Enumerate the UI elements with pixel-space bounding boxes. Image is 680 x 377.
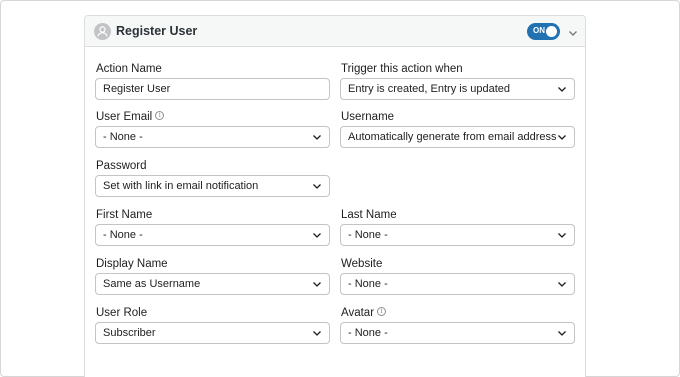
chevron-down-icon (558, 135, 566, 140)
chevron-down-icon (558, 87, 566, 92)
toggle-knob (546, 26, 557, 37)
avatar-select[interactable]: - None - (340, 322, 575, 344)
trigger-value: Entry is created, Entry is updated (348, 83, 511, 95)
first-name-value: - None - (103, 229, 143, 241)
chevron-down-icon (558, 331, 566, 336)
last-name-value: - None - (348, 229, 388, 241)
chevron-down-icon[interactable] (567, 26, 579, 38)
first-name-select[interactable]: - None - (95, 224, 330, 246)
password-value: Set with link in email notification (103, 180, 259, 192)
username-value: Automatically generate from email addres… (348, 131, 557, 143)
user-icon (94, 23, 111, 40)
toggle-label: ON (533, 26, 545, 35)
info-icon[interactable]: i (377, 307, 387, 316)
user-email-label-text: User Email (96, 111, 153, 123)
action-enabled-toggle[interactable]: ON (527, 23, 560, 40)
last-name-select[interactable]: - None - (340, 224, 575, 246)
action-name-label: Action Name (96, 63, 162, 75)
first-name-label: First Name (96, 209, 153, 221)
website-value: - None - (348, 278, 388, 290)
last-name-label: Last Name (341, 209, 397, 221)
info-icon[interactable]: i (155, 111, 165, 120)
website-label: Website (341, 258, 383, 270)
display-name-value: Same as Username (103, 278, 201, 290)
trigger-label: Trigger this action when (341, 63, 463, 75)
action-card-header[interactable]: Register User ON (85, 16, 585, 47)
display-name-select[interactable]: Same as Username (95, 273, 330, 295)
action-name-value: Register User (103, 83, 171, 95)
user-email-value: - None - (103, 131, 143, 143)
action-name-input[interactable]: Register User (95, 78, 330, 100)
action-title: Register User (116, 24, 198, 38)
avatar-label: Avatar i (341, 307, 387, 319)
chevron-down-icon (313, 184, 321, 189)
user-role-value: Subscriber (103, 327, 156, 339)
password-label: Password (96, 160, 147, 172)
chevron-down-icon (313, 135, 321, 140)
trigger-select[interactable]: Entry is created, Entry is updated (340, 78, 575, 100)
website-select[interactable]: - None - (340, 273, 575, 295)
username-label: Username (341, 111, 395, 123)
username-select[interactable]: Automatically generate from email addres… (340, 126, 575, 148)
user-role-select[interactable]: Subscriber (95, 322, 330, 344)
chevron-down-icon (313, 282, 321, 287)
chevron-down-icon (313, 331, 321, 336)
chevron-down-icon (558, 233, 566, 238)
password-select[interactable]: Set with link in email notification (95, 175, 330, 197)
user-email-label: User Email i (96, 111, 165, 123)
avatar-label-text: Avatar (341, 307, 375, 319)
user-email-select[interactable]: - None - (95, 126, 330, 148)
display-name-label: Display Name (96, 258, 168, 270)
avatar-value: - None - (348, 327, 388, 339)
user-role-label: User Role (96, 307, 148, 319)
chevron-down-icon (313, 233, 321, 238)
chevron-down-icon (558, 282, 566, 287)
